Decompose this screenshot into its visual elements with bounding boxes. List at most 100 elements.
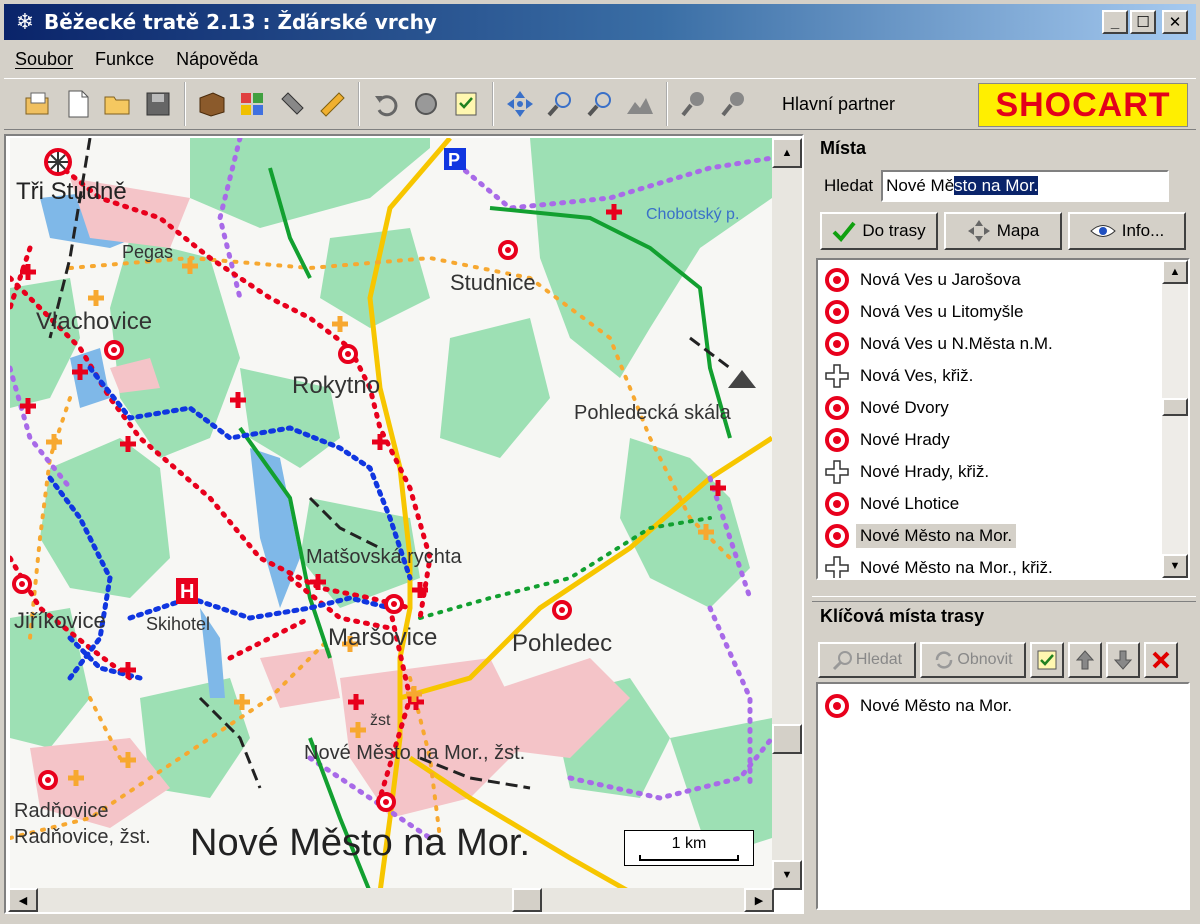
open-folder-icon[interactable] <box>98 84 138 124</box>
map-label-studnice: Studnice <box>450 270 536 295</box>
places-list-item-label: Nové Hrady <box>860 430 950 449</box>
route-clear-icon[interactable] <box>714 84 754 124</box>
menu-bar: Soubor Funkce Nápověda <box>4 44 269 74</box>
undo-icon[interactable] <box>366 84 406 124</box>
zoom-in-icon[interactable] <box>540 84 580 124</box>
scroll-left-button[interactable]: ◀ <box>8 888 38 912</box>
move-down-button[interactable] <box>1106 642 1140 678</box>
places-list-item[interactable]: Nové Hrady, křiž. <box>818 456 1188 488</box>
menu-napoveda[interactable]: Nápověda <box>165 49 269 70</box>
open-map-icon[interactable] <box>18 84 58 124</box>
arrow-up-icon <box>1075 650 1095 670</box>
peak-icon <box>728 370 756 388</box>
map-label-radnovice-zst: Radňovice, žst. <box>14 826 151 848</box>
map-label-skihotel: Skihotel <box>146 614 211 634</box>
place-target-icon <box>825 300 849 324</box>
refresh-icon <box>936 651 953 669</box>
app-window: ❄ Běžecké tratě 2.13 : Žďárské vrchy _ ☐… <box>0 0 1200 924</box>
route-points-list[interactable]: Nové Město na Mor. <box>816 682 1190 910</box>
places-list[interactable]: Nová Ves u Jarošova Nová Ves u Litomyšle N… <box>816 258 1190 580</box>
route-points-title: Klíčová místa trasy <box>820 606 985 626</box>
search-text-plain: Nové Mě <box>886 176 955 195</box>
place-target-icon <box>825 694 849 718</box>
new-file-icon[interactable] <box>58 84 98 124</box>
maximize-button[interactable]: ☐ <box>1130 10 1156 34</box>
panel-splitter[interactable] <box>812 596 1196 602</box>
info-button[interactable]: Info... <box>1068 212 1186 250</box>
terrain-icon[interactable] <box>620 84 660 124</box>
crossroad-icon <box>825 556 849 578</box>
places-list-item-label: Nová Ves u Jarošova <box>860 270 1021 289</box>
places-scroll-thumb[interactable] <box>1162 398 1188 416</box>
scroll-right-button[interactable]: ▶ <box>744 888 774 912</box>
check-icon <box>832 221 856 242</box>
places-list-item[interactable]: Nová Ves u Litomyšle <box>818 296 1188 328</box>
places-scroll-up-button[interactable]: ▲ <box>1162 260 1188 284</box>
menu-funkce[interactable]: Funkce <box>84 49 165 70</box>
route-find-icon[interactable] <box>674 84 714 124</box>
places-scroll-down-button[interactable]: ▼ <box>1162 554 1188 578</box>
map-label-vlachovice: Vlachovice <box>36 308 153 335</box>
place-target-icon <box>825 524 849 548</box>
map-vertical-scrollbar[interactable]: ▲ ▼ <box>772 138 802 890</box>
map-horizontal-scrollbar[interactable]: ◀ ▶ <box>8 888 774 912</box>
places-list-item-label: Nové Město na Mor., křiž. <box>860 558 1053 577</box>
places-list-item[interactable]: Nové Dvory <box>818 392 1188 424</box>
arrow-down-icon <box>1113 650 1133 670</box>
search-text-selected: sto na Mor. <box>954 176 1039 195</box>
places-list-item-label: Nová Ves u N.Města n.M. <box>860 334 1053 353</box>
map-label-nove-mesto-big: Nové Město na Mor. <box>190 822 531 864</box>
places-list-scrollbar[interactable]: ▲ ▼ <box>1162 260 1188 578</box>
scroll-down-button[interactable]: ▼ <box>772 860 802 890</box>
window-title: Běžecké tratě 2.13 : Žďárské vrchy <box>44 10 437 34</box>
svg-text:P: P <box>448 150 460 170</box>
route-check-button[interactable] <box>1030 642 1064 678</box>
map-label-chobotsky: Chobotský p. <box>646 206 740 223</box>
places-list-item[interactable]: Nové Lhotice <box>818 488 1188 520</box>
measure-icon[interactable] <box>272 84 312 124</box>
search-input[interactable]: Nové Město na Mor. <box>881 170 1170 202</box>
menu-soubor[interactable]: Soubor <box>4 49 84 70</box>
horizontal-scroll-thumb[interactable] <box>512 888 542 912</box>
book-icon[interactable] <box>192 84 232 124</box>
scale-bar: 1 km <box>624 830 754 866</box>
route-point-item[interactable]: Nové Město na Mor. <box>818 690 1188 722</box>
show-on-map-button[interactable]: Mapa <box>944 212 1062 250</box>
close-button[interactable]: ✕ <box>1162 10 1188 34</box>
places-list-item[interactable]: Nové Město na Mor. <box>818 520 1188 552</box>
add-to-route-button[interactable]: Do trasy <box>820 212 938 250</box>
places-list-item[interactable]: Nové Hrady <box>818 424 1188 456</box>
places-list-item[interactable]: Nová Ves, křiž. <box>818 360 1188 392</box>
map-view[interactable]: P H Tři Studně Pegas Vlachovice Studnice… <box>4 134 804 914</box>
places-list-item[interactable]: Nové Město na Mor., křiž. <box>818 552 1188 578</box>
map-label-pegas: Pegas <box>122 242 174 262</box>
move-up-button[interactable] <box>1068 642 1102 678</box>
ruler-icon[interactable] <box>312 84 352 124</box>
vertical-scroll-thumb[interactable] <box>772 724 802 754</box>
scroll-up-button[interactable]: ▲ <box>772 138 802 168</box>
map-label-matsovska-rychta: Matšovská rychta <box>306 546 462 568</box>
pan-icon <box>967 220 990 242</box>
save-icon[interactable] <box>138 84 178 124</box>
magnifier-icon <box>832 651 852 671</box>
place-target-icon <box>825 492 849 516</box>
map-label-radnovice: Radňovice <box>14 800 109 822</box>
map-canvas[interactable]: P H Tři Studně Pegas Vlachovice Studnice… <box>10 138 772 892</box>
title-bar: ❄ Běžecké tratě 2.13 : Žďárské vrchy _ ☐… <box>4 4 1196 40</box>
route-refresh-button: Obnovit <box>920 642 1026 678</box>
place-target-icon <box>825 268 849 292</box>
map-label-rokytno: Rokytno <box>292 372 381 399</box>
pan-arrows-icon[interactable] <box>500 84 540 124</box>
places-list-item[interactable]: Nová Ves u N.Města n.M. <box>818 328 1188 360</box>
zoom-out-icon[interactable] <box>580 84 620 124</box>
minimize-button[interactable]: _ <box>1102 10 1128 34</box>
show-on-map-label: Mapa <box>996 221 1040 240</box>
places-title: Místa <box>820 138 867 158</box>
places-list-item[interactable]: Nová Ves u Jarošova <box>818 264 1188 296</box>
partner-label: Hlavní partner <box>782 93 896 114</box>
shocart-logo[interactable]: SHOCART <box>978 83 1188 127</box>
record-icon[interactable] <box>406 84 446 124</box>
grid-layers-icon[interactable] <box>232 84 272 124</box>
checklist-icon[interactable] <box>446 84 486 124</box>
delete-button[interactable] <box>1144 642 1178 678</box>
